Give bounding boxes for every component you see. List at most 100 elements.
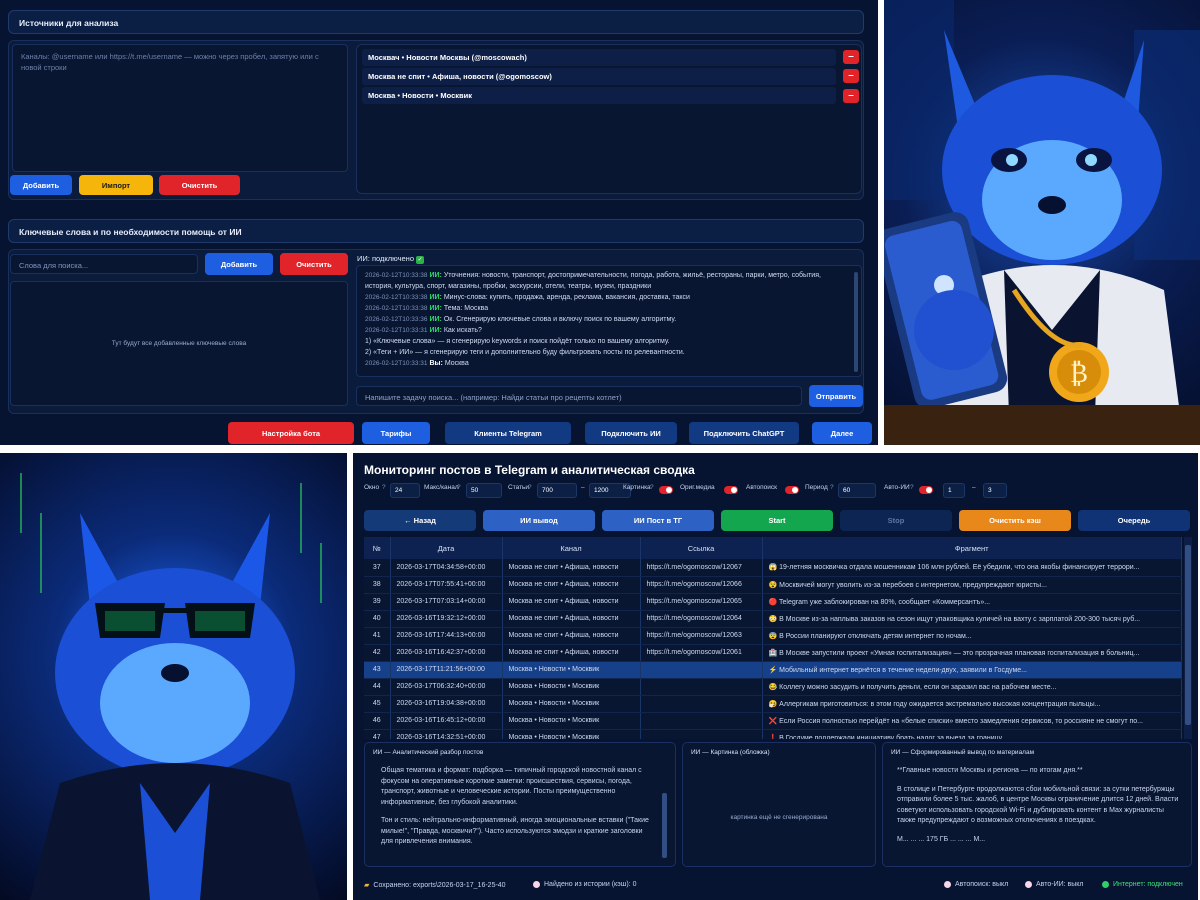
- ai-output-button[interactable]: ИИ вывод: [483, 510, 595, 531]
- ai-post-tg-button[interactable]: ИИ Пост в ТГ: [602, 510, 714, 531]
- row-number: 43: [364, 661, 391, 679]
- remove-channel-button[interactable]: –: [843, 69, 859, 83]
- table-row[interactable]: 46 2026-03-16T16:45:12+00:00 Москва • Ново…: [364, 712, 1182, 730]
- table-row[interactable]: 40 2026-03-16T19:32:12+00:00 Москва не спи…: [364, 610, 1182, 628]
- queue-button[interactable]: Очередь: [1078, 510, 1190, 531]
- row-date: 2026-03-17T04:34:58+00:00: [390, 559, 503, 577]
- table-row[interactable]: 42 2026-03-16T16:42:37+00:00 Москва не спи…: [364, 644, 1182, 662]
- telegram-clients-button[interactable]: Клиенты Telegram: [445, 422, 571, 444]
- row-date: 2026-03-16T17:44:13+00:00: [390, 627, 503, 645]
- period-field[interactable]: 60: [838, 483, 876, 498]
- picture-toggle[interactable]: [659, 486, 673, 494]
- chat-author: ИИ:: [429, 316, 442, 323]
- table-row[interactable]: 44 2026-03-17T06:32:40+00:00 Москва • Ново…: [364, 678, 1182, 696]
- autoai-label: Авто-ИИ: [884, 484, 910, 491]
- table-scrollbar[interactable]: [1184, 537, 1192, 739]
- row-number: 46: [364, 712, 391, 730]
- help-icon: ?: [830, 484, 834, 491]
- autosearch-toggle[interactable]: [785, 486, 799, 494]
- add-button[interactable]: Добавить: [10, 175, 72, 195]
- chat-timestamp: 2026-02-12T10:33:36: [365, 316, 428, 323]
- chat-message: 2026-02-12T10:33:38 ИИ: Уточнения: новос…: [365, 270, 853, 281]
- kw-add-button[interactable]: Добавить: [205, 253, 273, 275]
- range-dash: –: [972, 484, 976, 491]
- status-autosearch: Автопоиск: выкл: [944, 881, 1008, 888]
- connect-ai-button[interactable]: Подключить ИИ: [585, 422, 677, 444]
- chat-author: ИИ:: [429, 294, 442, 301]
- col-number[interactable]: №: [364, 537, 391, 559]
- channel-list: [356, 44, 862, 194]
- row-link: [640, 712, 763, 730]
- row-channel: Москва • Новости • Москвик: [502, 678, 641, 696]
- max-field[interactable]: 50: [466, 483, 502, 498]
- tariffs-button[interactable]: Тарифы: [362, 422, 430, 444]
- clear-button[interactable]: Очистить: [159, 175, 240, 195]
- row-fragment: 🏥 В Москве запустили проект «Умная госпи…: [762, 644, 1182, 662]
- ai-max-field[interactable]: 3: [983, 483, 1007, 498]
- chat-text: Тема: Москва: [443, 305, 489, 312]
- row-channel: Москва • Новости • Москвик: [502, 712, 641, 730]
- scrollbar[interactable]: [854, 272, 858, 372]
- ai-status: ИИ: подключено ✓: [357, 254, 425, 264]
- col-link[interactable]: Ссылка: [640, 537, 763, 559]
- row-number: 39: [364, 593, 391, 611]
- remove-channel-button[interactable]: –: [843, 50, 859, 64]
- chat-message: 2026-02-12T10:33:31 Вы: Москва: [365, 358, 853, 369]
- posts-table: № Дата Канал Ссылка Фрагмент 37 2026-03-1…: [364, 537, 1182, 739]
- ai-status-text: ИИ: подключено: [357, 254, 414, 263]
- row-fragment: 😨 В России планируют отключать детям инт…: [762, 627, 1182, 645]
- task-input[interactable]: Напишите задачу поиска... (например: Най…: [356, 386, 802, 406]
- media-toggle[interactable]: [724, 486, 738, 494]
- next-button[interactable]: Далее: [812, 422, 872, 444]
- row-date: 2026-03-17T07:03:14+00:00: [390, 593, 503, 611]
- connect-chatgpt-button[interactable]: Подключить ChatGPT: [689, 422, 799, 444]
- kw-clear-button[interactable]: Очистить: [280, 253, 348, 275]
- cache-icon: [533, 881, 540, 888]
- cat-sunglasses-illustration: [0, 453, 347, 900]
- col-fragment[interactable]: Фрагмент: [762, 537, 1182, 559]
- table-row[interactable]: 38 2026-03-17T07:55:41+00:00 Москва не спи…: [364, 576, 1182, 594]
- table-row[interactable]: 37 2026-03-17T04:34:58+00:00 Москва не спи…: [364, 559, 1182, 577]
- chat-text: Уточнения: новости, транспорт, достоприм…: [443, 272, 821, 279]
- sources-textarea[interactable]: Каналы: @username или https://t.me/usern…: [12, 44, 348, 172]
- ai-min-field[interactable]: 1: [943, 483, 965, 498]
- ai-image-title: ИИ — Картинка (обложка): [691, 749, 770, 756]
- send-button[interactable]: Отправить: [809, 385, 863, 407]
- ai-summary-text: М... ... ... 175 ГБ ... ... ... М...: [897, 835, 986, 843]
- status-saved: ▰ Сохранено: exports\2026-03-17_16-25-40: [364, 881, 506, 890]
- table-row[interactable]: 45 2026-03-16T19:04:38+00:00 Москва • Ново…: [364, 695, 1182, 713]
- clear-cache-button[interactable]: Очистить кэш: [959, 510, 1071, 531]
- stop-button[interactable]: Stop: [840, 510, 952, 531]
- articles-min-field[interactable]: 700: [537, 483, 577, 498]
- chat-message: 2026-02-12T10:33:38 ИИ: Минус-слова: куп…: [365, 292, 853, 303]
- col-channel[interactable]: Канал: [502, 537, 641, 559]
- row-fragment: ❌ Если Россия полностью перейдёт на «бел…: [762, 712, 1182, 730]
- scrollbar[interactable]: [662, 793, 667, 858]
- chat-text: Как искать?: [443, 327, 482, 334]
- col-date[interactable]: Дата: [390, 537, 503, 559]
- start-button[interactable]: Start: [721, 510, 833, 531]
- chat-message: 2026-02-12T10:33:36 ИИ: Ок. Сгенерирую к…: [365, 314, 853, 325]
- table-row[interactable]: 43 2026-03-17T11:21:56+00:00 Москва • Ново…: [364, 661, 1182, 679]
- table-row[interactable]: 47 2026-03-16T14:32:51+00:00 Москва • Ново…: [364, 729, 1182, 739]
- max-label: Макс/канал: [424, 484, 459, 491]
- row-date: 2026-03-16T19:32:12+00:00: [390, 610, 503, 628]
- ai-analysis-box: ИИ — Аналитический разбор постов Общая т…: [364, 742, 676, 867]
- row-number: 42: [364, 644, 391, 662]
- search-input[interactable]: Слова для поиска...: [10, 254, 198, 274]
- row-link: https://t.me/ogomoscow/12066: [640, 576, 763, 594]
- ai-summary-heading: **Главные новости Москвы и региона — по …: [897, 767, 1083, 774]
- chat-timestamp: 2026-02-12T10:33:38: [365, 305, 428, 312]
- internet-icon: [1102, 881, 1109, 888]
- import-button[interactable]: Импорт: [79, 175, 153, 195]
- row-channel: Москва не спит • Афиша, новости: [502, 593, 641, 611]
- window-field[interactable]: 24: [390, 483, 420, 498]
- row-date: 2026-03-17T06:32:40+00:00: [390, 678, 503, 696]
- remove-channel-button[interactable]: –: [843, 89, 859, 103]
- bot-settings-button[interactable]: Настройка бота: [228, 422, 354, 444]
- table-row[interactable]: 41 2026-03-16T17:44:13+00:00 Москва не спи…: [364, 627, 1182, 645]
- autoai-toggle[interactable]: [919, 486, 933, 494]
- status-internet: Интернет: подключен: [1102, 881, 1183, 888]
- table-row[interactable]: 39 2026-03-17T07:03:14+00:00 Москва не спи…: [364, 593, 1182, 611]
- back-button[interactable]: ← Назад: [364, 510, 476, 531]
